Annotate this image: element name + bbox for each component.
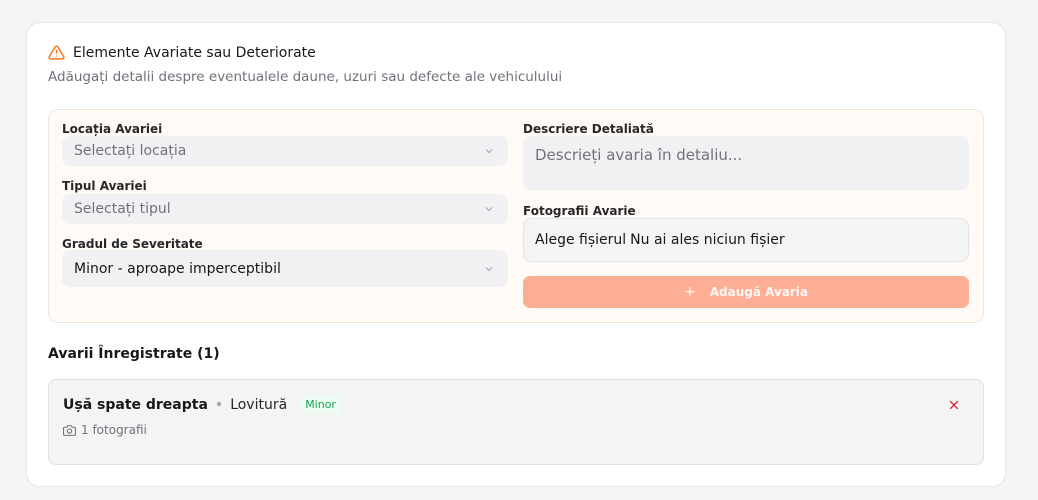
severity-select[interactable]: Minor - aproape imperceptibil: [62, 250, 508, 287]
warning-triangle-icon: [48, 45, 65, 60]
record-summary: Ușă spate dreapta • Lovitură Minor: [63, 396, 341, 413]
description-label: Descriere Detaliată: [523, 122, 654, 136]
type-select[interactable]: Selectați tipul: [62, 194, 508, 224]
severity-badge: Minor: [300, 396, 341, 413]
plus-icon: +: [683, 284, 696, 300]
records-title: Avarii Înregistrate (1): [48, 346, 220, 362]
card-title: Elemente Avariate sau Deteriorate: [73, 44, 316, 61]
damage-form: Locația Avariei Selectați locația Tipul …: [48, 109, 984, 323]
card-subtitle: Adăugați detalii despre eventualele daun…: [48, 69, 563, 85]
chevron-down-icon: [485, 149, 493, 154]
file-status: Nu ai ales niciun fișier: [630, 232, 785, 248]
record-location: Ușă spate dreapta: [63, 396, 208, 413]
location-placeholder: Selectați locația: [74, 143, 187, 159]
damage-card: Elemente Avariate sau Deteriorate Adăuga…: [26, 22, 1006, 487]
remove-record-button[interactable]: [947, 398, 961, 412]
add-damage-label: Adaugă Avaria: [709, 285, 809, 299]
chevron-down-icon: [485, 207, 493, 212]
record-type: Lovitură: [230, 396, 288, 413]
location-select[interactable]: Selectați locația: [62, 136, 508, 166]
add-damage-button[interactable]: + Adaugă Avaria: [523, 276, 969, 308]
camera-icon: [63, 424, 76, 436]
card-header: Elemente Avariate sau Deteriorate: [48, 44, 316, 61]
description-placeholder: Descrieți avaria în detaliu...: [535, 146, 743, 164]
record-photos: 1 fotografii: [63, 423, 147, 437]
photos-count: 1 fotografii: [81, 423, 147, 437]
type-placeholder: Selectați tipul: [74, 201, 171, 217]
severity-value: Minor - aproape imperceptibil: [74, 260, 281, 277]
location-label: Locația Avariei: [62, 122, 163, 136]
description-textarea[interactable]: Descrieți avaria în detaliu...: [523, 136, 969, 190]
list-item: Ușă spate dreapta • Lovitură Minor 1 fot…: [48, 379, 984, 465]
severity-label: Gradul de Severitate: [62, 237, 203, 251]
chevron-down-icon: [485, 266, 493, 271]
photos-file-input[interactable]: Alege fișierul Nu ai ales niciun fișier: [523, 218, 969, 262]
separator-dot: •: [214, 396, 224, 413]
photos-label: Fotografii Avarie: [523, 204, 636, 218]
type-label: Tipul Avariei: [62, 179, 147, 193]
choose-file-button[interactable]: Alege fișierul: [535, 232, 626, 248]
